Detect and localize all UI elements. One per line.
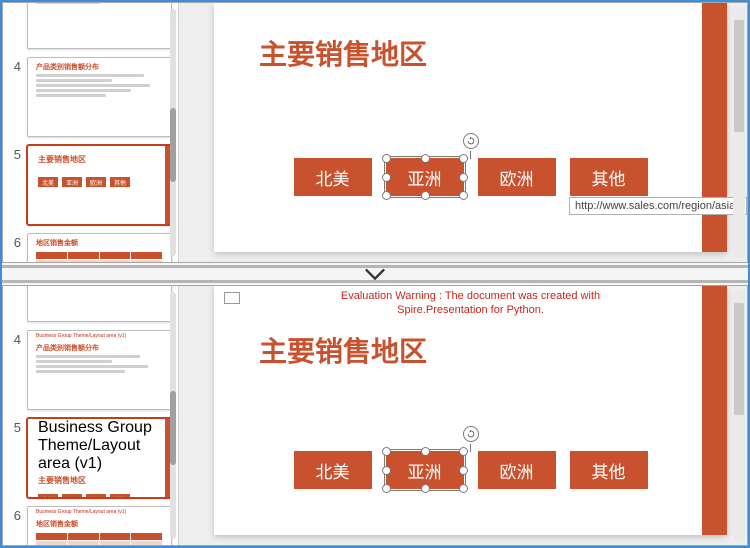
thumb-number: 6 [7, 235, 21, 250]
thumb-number: 6 [7, 508, 21, 523]
thumb-subtitle: Business Group Theme/Layout area (v1) [36, 509, 171, 515]
rotation-handle-icon[interactable] [463, 426, 479, 442]
thumb-scrollbar[interactable] [170, 9, 176, 256]
shape-group: 北美 亚洲 欧洲 其他 [294, 133, 648, 196]
pane-divider [2, 263, 748, 285]
thumb-row-partial[interactable] [3, 286, 178, 324]
thumb-text-lines [36, 74, 163, 97]
selection-handle[interactable] [421, 447, 430, 456]
shape-europe[interactable]: 欧洲 [478, 451, 556, 489]
thumb-row-6[interactable]: 6 地区销售金额 [3, 227, 178, 262]
thumb-row-4[interactable]: 4 产品类别销售额分布 [3, 51, 178, 139]
evaluation-warning: Evaluation Warning : The document was cr… [311, 290, 631, 318]
rotation-handle-icon[interactable] [463, 133, 479, 149]
shape-other[interactable]: 其他 [570, 158, 648, 196]
selection-handle[interactable] [459, 447, 468, 456]
slide-title: 主要销售地区 [259, 33, 427, 73]
selection-handle[interactable] [421, 154, 430, 163]
thumb-table [36, 252, 163, 262]
thumb-row-6b[interactable]: 6 Business Group Theme/Layout area (v1) … [3, 500, 178, 545]
thumb-text-lines [36, 355, 163, 373]
thumb-text-lines [36, 3, 163, 4]
selection-handle[interactable] [459, 466, 468, 475]
thumb-title: 地区销售金额 [36, 238, 171, 248]
warning-line1: Evaluation Warning : The document was cr… [341, 290, 600, 302]
slide-workspace-top: 主要销售地区 北美 亚洲 [179, 3, 747, 262]
selection-handle[interactable] [459, 484, 468, 493]
thumb-title: 产品类别销售额分布 [36, 62, 171, 72]
slide-accent-bar [702, 286, 727, 535]
slide-canvas-bottom[interactable]: Evaluation Warning : The document was cr… [214, 286, 727, 535]
slide-canvas[interactable]: 主要销售地区 北美 亚洲 [214, 3, 727, 252]
selection-handle[interactable] [459, 154, 468, 163]
shape-asia-selected[interactable]: 亚洲 [386, 158, 464, 196]
selection-handle[interactable] [459, 173, 468, 182]
slide-thumbnail-6[interactable]: 地区销售金额 [27, 233, 172, 262]
pane-top: 产品类别销售额分布 4 产品类别销售额分布 [2, 2, 748, 263]
selection-handle[interactable] [382, 466, 391, 475]
thumb-number: 5 [7, 147, 21, 162]
shape-europe[interactable]: 欧洲 [478, 158, 556, 196]
thumb-subtitle: Business Group Theme/Layout area (v1) [38, 419, 171, 473]
thumb-row-5[interactable]: 5 主要销售地区 北美 亚洲 欧洲 其他 [3, 139, 178, 227]
slide-thumbnail[interactable]: 产品类别销售额分布 [27, 3, 172, 49]
shape-north-america[interactable]: 北美 [294, 451, 372, 489]
selection-handle[interactable] [459, 191, 468, 200]
thumb-shapes: 北美 亚洲 欧洲 其他 [38, 177, 171, 187]
thumb-title: 地区销售金额 [36, 519, 171, 529]
workspace-scrollbar[interactable] [733, 290, 745, 541]
shape-asia-selected[interactable]: 亚洲 [386, 451, 464, 489]
slide-title: 主要销售地区 [259, 330, 427, 370]
shape-other[interactable]: 其他 [570, 451, 648, 489]
thumb-table [36, 533, 163, 545]
thumbnail-panel-top: 产品类别销售额分布 4 产品类别销售额分布 [3, 3, 179, 262]
shapes-row: 北美 亚洲 欧洲 其他 [294, 451, 648, 489]
thumb-title: 产品类别销售额分布 [36, 343, 171, 353]
thumb-number: 4 [7, 332, 21, 347]
slide-thumbnail-6b[interactable]: Business Group Theme/Layout area (v1) 地区… [27, 506, 172, 545]
thumb-subtitle: Business Group Theme/Layout area (v1) [36, 333, 171, 339]
thumbnail-panel-bottom: 4 Business Group Theme/Layout area (v1) … [3, 286, 179, 545]
chevron-down-icon [364, 267, 386, 281]
thumb-scrollbar[interactable] [170, 292, 176, 539]
selection-handle[interactable] [382, 191, 391, 200]
app-root: 产品类别销售额分布 4 产品类别销售额分布 [0, 0, 750, 548]
slide-thumbnail-4[interactable]: 产品类别销售额分布 [27, 57, 172, 137]
thumb-title: 主要销售地区 [38, 475, 171, 486]
thumb-row-5b[interactable]: 5 Business Group Theme/Layout area (v1) … [3, 412, 178, 500]
slide-marker [224, 292, 240, 304]
slide-thumbnail[interactable] [27, 286, 172, 322]
slide-thumbnail-5[interactable]: 主要销售地区 北美 亚洲 欧洲 其他 [27, 145, 172, 225]
shape-group: 北美 亚洲 欧洲 其他 [294, 426, 648, 489]
thumb-row-partial[interactable]: 产品类别销售额分布 [3, 3, 178, 51]
selection-handle[interactable] [382, 154, 391, 163]
selection-handle[interactable] [421, 484, 430, 493]
hyperlink-tooltip: http://www.sales.com/region/asian [569, 197, 747, 215]
workspace-scrollbar[interactable] [733, 7, 745, 258]
thumb-number: 4 [7, 59, 21, 74]
shapes-row: 北美 亚洲 欧洲 其他 [294, 158, 648, 196]
thumb-shapes: 北美 亚洲 欧洲 其他 [38, 494, 171, 498]
selection-handle[interactable] [382, 484, 391, 493]
selection-handle[interactable] [382, 447, 391, 456]
thumb-number: 5 [7, 420, 21, 435]
slide-thumbnail-4b[interactable]: Business Group Theme/Layout area (v1) 产品… [27, 330, 172, 410]
selection-handle[interactable] [382, 173, 391, 182]
thumb-title: 主要销售地区 [38, 154, 171, 165]
slide-thumbnail-5b[interactable]: Business Group Theme/Layout area (v1) 主要… [27, 418, 172, 498]
selection-handle[interactable] [421, 191, 430, 200]
shape-north-america[interactable]: 北美 [294, 158, 372, 196]
slide-workspace-bottom: Evaluation Warning : The document was cr… [179, 286, 747, 545]
pane-bottom: 4 Business Group Theme/Layout area (v1) … [2, 285, 748, 546]
warning-line2: Spire.Presentation for Python. [397, 304, 544, 316]
thumb-row-4b[interactable]: 4 Business Group Theme/Layout area (v1) … [3, 324, 178, 412]
